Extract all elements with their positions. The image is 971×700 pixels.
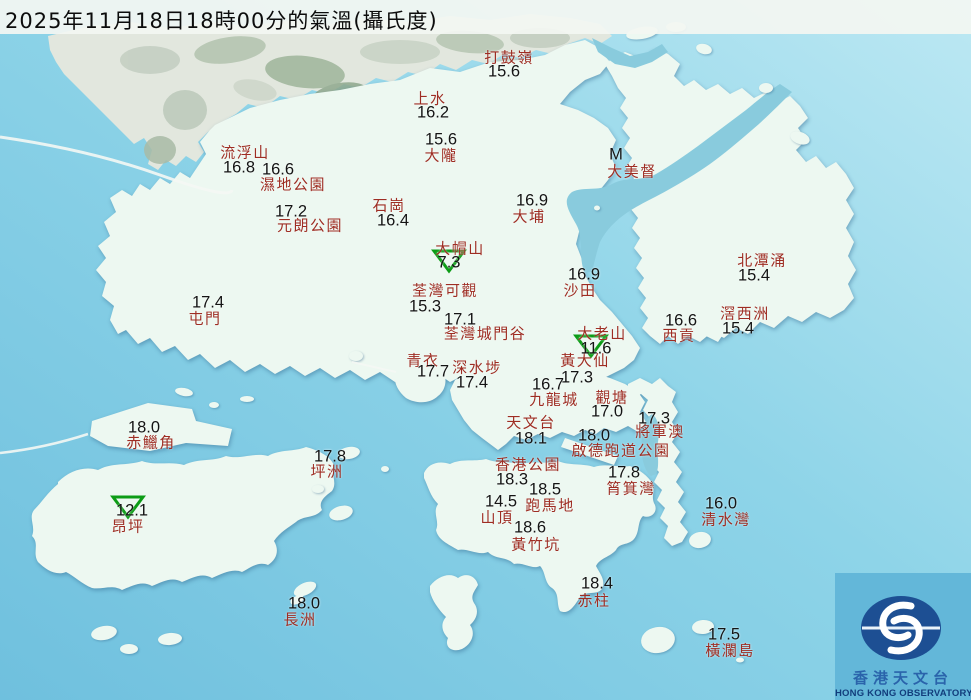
station-temperature-value: 14.5 — [484, 492, 518, 511]
station-temperature-value: 18.4 — [580, 574, 614, 593]
station-temperature-value: 17.4 — [191, 293, 225, 312]
stations-layer: 打鼓嶺 15.6 上水 16.2 大隴 15.6 流浮山 16.8 濕地公園 16.6 元朗公園 17… — [0, 0, 971, 700]
map-title: 2025年11月18日18時00分的氣溫(攝氏度) — [5, 9, 438, 33]
station-temperature-value: 18.3 — [495, 470, 529, 489]
station-temperature-value: 17.3 — [560, 368, 594, 387]
station-temperature-value: 16.7 — [531, 375, 565, 394]
station-temperature-value: 18.5 — [528, 480, 562, 499]
station-temperature-value: 18.0 — [577, 426, 611, 445]
temperature-map-screen: 2025年11月18日18時00分的氣溫(攝氏度) 打鼓嶺 15.6 上水 16.2 大… — [0, 0, 971, 700]
station-temperature-value: 17.4 — [455, 373, 489, 392]
station-temperature-value: 16.9 — [515, 191, 549, 210]
station-temperature-value: 18.6 — [513, 518, 547, 537]
station-temperature-value: 15.6 — [487, 62, 521, 81]
station-temperature-value: M — [609, 145, 623, 164]
station-temperature-value: 18.1 — [514, 429, 548, 448]
station-temperature-value: 16.4 — [376, 211, 410, 230]
station-temperature-value: 15.3 — [408, 297, 442, 316]
station-temperature-value: 17.2 — [274, 202, 308, 221]
station-temperature-value: 16.2 — [416, 103, 450, 122]
station-temperature-value: 16.8 — [222, 158, 256, 177]
station-temperature-value: 16.9 — [567, 265, 601, 284]
logo-english-text: HONG KONG OBSERVATORY — [835, 688, 971, 699]
station-temperature-value: 17.8 — [607, 463, 641, 482]
hko-logo: 香港天文台 HONG KONG OBSERVATORY — [835, 573, 971, 700]
station-temperature-value: 17.1 — [443, 310, 477, 329]
station-temperature-value: 16.6 — [261, 160, 295, 179]
station-temperature-value: 7.3 — [437, 253, 461, 272]
station-temperature-value: 16.6 — [664, 311, 698, 330]
station-temperature-value: 17.5 — [707, 625, 741, 644]
station-temperature-value: 11.6 — [580, 339, 612, 358]
station-temperature-value: 17.8 — [313, 447, 347, 466]
station-temperature-value: 17.3 — [637, 409, 671, 428]
station-temperature-value: 17.7 — [416, 362, 450, 381]
station-temperature-value: 15.6 — [424, 130, 458, 149]
logo-chinese-text: 香港天文台 — [852, 669, 953, 687]
station-temperature-value: 17.0 — [590, 402, 624, 421]
station-temperature-value: 18.0 — [127, 418, 161, 437]
station-temperature-value: 16.0 — [704, 494, 738, 513]
station-temperature-value: 12.1 — [115, 501, 149, 520]
station-temperature-value: 15.4 — [721, 319, 755, 338]
station-temperature-value: 18.0 — [287, 594, 321, 613]
station-temperature-value: 15.4 — [737, 266, 771, 285]
